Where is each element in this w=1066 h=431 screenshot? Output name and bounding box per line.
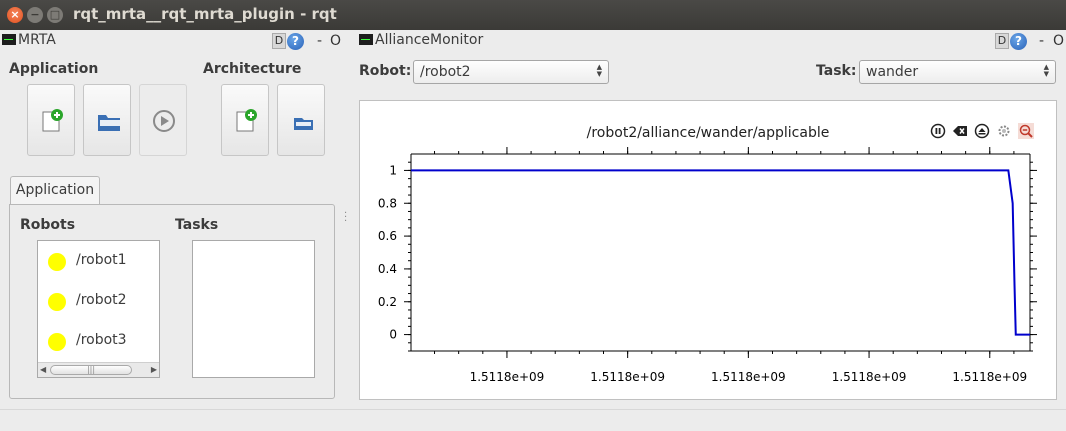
play-icon: [153, 110, 175, 132]
new-file-icon: [236, 109, 257, 132]
robot-select-value: /robot2: [420, 64, 471, 80]
scrollbar-thumb[interactable]: |||: [50, 365, 132, 375]
new-architecture-button[interactable]: [221, 84, 269, 156]
y-tick-label: 0.8: [378, 196, 397, 210]
open-application-button[interactable]: [83, 84, 131, 156]
robot-label: /robot3: [76, 332, 127, 348]
window-maximize-button[interactable]: □: [47, 7, 63, 23]
scroll-right-icon[interactable]: ▶: [151, 365, 157, 374]
monitor-icon: [359, 33, 373, 45]
scroll-left-icon[interactable]: ◀: [40, 365, 46, 374]
y-tick-label: 0: [389, 328, 397, 342]
tab-application[interactable]: Application: [10, 176, 100, 205]
tasks-label: Tasks: [175, 217, 219, 233]
clear-icon[interactable]: [952, 123, 968, 139]
x-tick-label: 1.5118e+09: [952, 370, 1027, 384]
y-tick-label: 0.4: [378, 262, 397, 276]
x-tick-label: 1.5118e+09: [470, 370, 545, 384]
x-tick-label: 1.5118e+09: [832, 370, 907, 384]
series-line: [411, 169, 1030, 336]
robot-select[interactable]: /robot2 ▲ ▼: [413, 60, 609, 84]
robots-list[interactable]: /robot1 /robot2 /robot3 ◀ ||| ▶: [37, 240, 160, 378]
updown-arrows-icon: ▲ ▼: [596, 63, 602, 78]
mrta-d-button[interactable]: D: [272, 33, 286, 49]
run-application-button[interactable]: [139, 84, 187, 156]
window-minimize-button[interactable]: −: [27, 7, 43, 23]
alliance-d-button[interactable]: D: [995, 33, 1009, 49]
status-bar: [0, 409, 1066, 431]
new-file-icon: [42, 109, 63, 132]
mrta-help-button[interactable]: ?: [287, 33, 304, 50]
zoom-out-icon[interactable]: [1018, 123, 1034, 139]
window-title: rqt_mrta__rqt_mrta_plugin - rqt: [73, 5, 337, 23]
updown-arrows-icon: ▲ ▼: [1043, 63, 1049, 78]
status-dot-icon: [48, 293, 66, 311]
alliance-float-button[interactable]: -: [1039, 33, 1044, 49]
pause-icon[interactable]: [930, 123, 946, 139]
plot-area[interactable]: /robot2/alliance/wander/applicable 1 0.8 0…: [359, 100, 1057, 400]
dock-splitter-handle[interactable]: · · ·: [344, 209, 347, 227]
task-select[interactable]: wander ▲ ▼: [859, 60, 1056, 84]
robots-horizontal-scrollbar[interactable]: ◀ ||| ▶: [38, 362, 159, 377]
new-application-button[interactable]: [27, 84, 75, 156]
application-section-label: Application: [9, 61, 99, 77]
window-titlebar: × − □ rqt_mrta__rqt_mrta_plugin - rqt: [0, 0, 1066, 30]
applicable-line-chart: 1 0.8 0.6 0.4 0.2 0 1.5118e+09 1.5118e+09 1.5118…: [378, 147, 1037, 384]
y-tick-label: 0.6: [378, 229, 397, 243]
alliance-dock-title: AllianceMonitor: [359, 32, 483, 52]
architecture-section-label: Architecture: [203, 61, 302, 77]
x-tick-label: 1.5118e+09: [711, 370, 786, 384]
y-tick-label: 0.2: [378, 295, 397, 309]
task-select-value: wander: [866, 64, 919, 80]
mrta-title-text: MRTA: [18, 32, 56, 48]
open-folder-icon: [98, 115, 120, 131]
robots-label: Robots: [20, 217, 76, 233]
open-folder-icon: [294, 118, 313, 130]
tasks-list[interactable]: [192, 240, 315, 378]
robot-label: /robot1: [76, 252, 127, 268]
alliance-title-text: AllianceMonitor: [375, 32, 484, 48]
monitor-icon: [2, 33, 16, 45]
y-tick-label: 1: [389, 163, 397, 177]
x-tick-label: 1.5118e+09: [590, 370, 665, 384]
robot-field-label: Robot:: [359, 63, 412, 79]
status-dot-icon: [48, 253, 66, 271]
settings-gear-icon[interactable]: [996, 123, 1012, 139]
eject-icon[interactable]: [974, 123, 990, 139]
task-field-label: Task:: [816, 63, 857, 79]
alliance-close-button[interactable]: O: [1053, 33, 1064, 49]
status-dot-icon: [48, 333, 66, 351]
robot-label: /robot2: [76, 292, 127, 308]
mrta-float-button[interactable]: -: [317, 33, 322, 49]
alliance-help-button[interactable]: ?: [1010, 33, 1027, 50]
mrta-dock-title: MRTA: [2, 32, 56, 52]
mrta-close-button[interactable]: O: [330, 33, 341, 49]
window-close-button[interactable]: ×: [7, 7, 23, 23]
open-architecture-button[interactable]: [277, 84, 325, 156]
